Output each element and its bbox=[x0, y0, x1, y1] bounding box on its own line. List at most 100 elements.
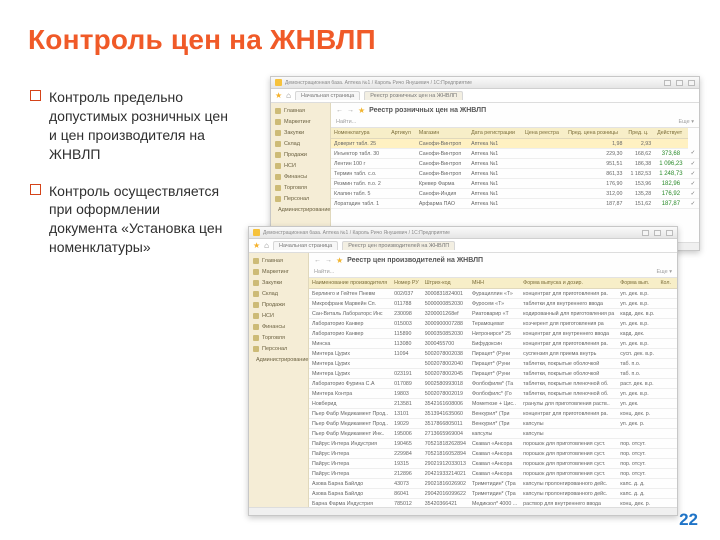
column-header[interactable]: Магазин bbox=[416, 128, 468, 139]
table-cell: Минтера Цурих bbox=[309, 359, 391, 369]
find-link[interactable]: Найти... bbox=[336, 119, 356, 125]
table-row[interactable]: Лоратадин табл. 1Арфарма ПАОАптека №1187… bbox=[331, 199, 699, 209]
forward-icon[interactable]: → bbox=[347, 107, 354, 114]
sidebar-item[interactable]: НСИ bbox=[274, 162, 327, 170]
home-icon[interactable]: ⌂ bbox=[264, 241, 269, 250]
column-header[interactable]: Кол. bbox=[657, 278, 673, 289]
more-menu[interactable]: Еще ▾ bbox=[679, 119, 694, 125]
table-cell: Пайрус Интера bbox=[309, 469, 391, 479]
column-header[interactable]: Пред. ц. bbox=[625, 128, 654, 139]
sidebar-item[interactable]: Склад bbox=[274, 140, 327, 148]
table-row[interactable]: Минтера Цурих0231915002078002045Пирацет*… bbox=[309, 369, 677, 379]
table-row[interactable]: Азова Барна Байлдо4307329021816026902Три… bbox=[309, 479, 677, 489]
table-cell: 2713665969004 bbox=[422, 429, 469, 439]
minimize-button[interactable] bbox=[642, 230, 649, 236]
tab-active[interactable]: Реестр розничных цен на ЖНВЛП bbox=[364, 91, 463, 100]
column-header[interactable]: Номенклатура bbox=[331, 128, 388, 139]
column-header[interactable]: Наименование производителя bbox=[309, 278, 391, 289]
column-header[interactable]: Пред. цена розницы bbox=[565, 128, 625, 139]
column-header[interactable]: Номер РУ bbox=[391, 278, 422, 289]
close-button[interactable] bbox=[666, 230, 673, 236]
forward-icon[interactable]: → bbox=[325, 257, 332, 264]
column-header[interactable]: Штрих-код bbox=[422, 278, 469, 289]
table-row[interactable]: Пайрус Интера21289620421933214021Скавал … bbox=[309, 469, 677, 479]
data-grid[interactable]: Наименование производителяНомер РУШтрих-… bbox=[309, 277, 677, 515]
sidebar-item[interactable]: Торговля bbox=[274, 184, 327, 192]
table-cell bbox=[657, 349, 673, 359]
column-header[interactable]: Цена bbox=[674, 278, 677, 289]
table-row[interactable]: Пьер Фабр Медикамент Прод..1310135139416… bbox=[309, 409, 677, 419]
table-row[interactable]: Лабораторио Фурина С.А017089900258099301… bbox=[309, 379, 677, 389]
table-row[interactable]: Лентин 100 гСанофи-ВинтропАптека №1951,5… bbox=[331, 159, 699, 169]
sidebar-item[interactable]: Персонал bbox=[274, 195, 327, 203]
table-cell: 204,18 bbox=[674, 459, 677, 469]
back-icon[interactable]: ← bbox=[314, 257, 321, 264]
table-row[interactable]: Доверит табл. 25Санофи-ВинтропАптека №11… bbox=[331, 139, 699, 149]
back-icon[interactable]: ← bbox=[336, 107, 343, 114]
home-icon[interactable]: ⌂ bbox=[286, 91, 291, 100]
table-row[interactable]: Берлинго и Гейтен Пневм002/0373000831824… bbox=[309, 289, 677, 299]
sidebar-item[interactable]: Администрирование bbox=[274, 206, 327, 214]
sidebar-item[interactable]: Торговля bbox=[252, 334, 305, 342]
sidebar-item[interactable]: Маркетинг bbox=[274, 118, 327, 126]
table-row[interactable]: Новберид2135813542161608006Мометюзе + Ци… bbox=[309, 399, 677, 409]
column-header[interactable]: Артикул bbox=[388, 128, 416, 139]
sidebar-item[interactable]: Главная bbox=[274, 107, 327, 115]
more-menu[interactable]: Еще ▾ bbox=[657, 269, 672, 275]
tab-active[interactable]: Реестр цен производителей на ЖНВЛП bbox=[342, 241, 455, 250]
table-row[interactable]: Инъектор табл. 30Санофи-ВинтропАптека №1… bbox=[331, 149, 699, 159]
close-button[interactable] bbox=[688, 80, 695, 86]
table-row[interactable]: Минтера Цурих5002078002040Пирацет* (Руни… bbox=[309, 359, 677, 369]
sidebar-item[interactable]: Продажи bbox=[274, 151, 327, 159]
titlebar[interactable]: Демонстрационная база. Аптека №1 / Карол… bbox=[271, 77, 699, 89]
sidebar-item[interactable]: Закупки bbox=[252, 279, 305, 287]
table-row[interactable]: Резмин табл. п.о. 2Кревер ФармаАптека №1… bbox=[331, 179, 699, 189]
sidebar-item[interactable]: Продажи bbox=[252, 301, 305, 309]
table-row[interactable]: Клапин табл. 5Санофи-ИндияАптека №1312,0… bbox=[331, 189, 699, 199]
find-link[interactable]: Найти... bbox=[314, 269, 334, 275]
sidebar-item[interactable]: Склад bbox=[252, 290, 305, 298]
table-row[interactable]: Лабораторио Канвер0150033000900007288Тер… bbox=[309, 319, 677, 329]
table-cell: 43073 bbox=[391, 479, 422, 489]
column-header[interactable]: Дата регистрации bbox=[468, 128, 522, 139]
column-header[interactable]: МНН bbox=[469, 278, 520, 289]
sidebar-item[interactable]: Финансы bbox=[252, 323, 305, 331]
sidebar-item[interactable]: Администрирование bbox=[252, 356, 305, 364]
column-header[interactable]: Действует bbox=[654, 128, 688, 139]
table-row[interactable]: Пьер Фабр Медикамент Инк..19500627136659… bbox=[309, 429, 677, 439]
table-row[interactable]: Минтера Контра198035002078002019Фолбофил… bbox=[309, 389, 677, 399]
star-icon[interactable]: ★ bbox=[253, 242, 260, 250]
column-header[interactable]: Форма выпуска и дозир. bbox=[520, 278, 617, 289]
table-row[interactable]: Сан-Виталь Лабораторс Инс230098320000126… bbox=[309, 309, 677, 319]
sidebar-item[interactable]: Закупки bbox=[274, 129, 327, 137]
table-cell bbox=[522, 159, 565, 169]
table-row[interactable]: Пайрус Интера22998470521816052894Скавал … bbox=[309, 449, 677, 459]
titlebar[interactable]: Демонстрационная база. Аптека №1 / Карол… bbox=[249, 227, 677, 239]
maximize-button[interactable] bbox=[654, 230, 661, 236]
table-row[interactable]: Минтера Цурих110945002078002038Пирацет* … bbox=[309, 349, 677, 359]
tab-start-page[interactable]: Начальная страница bbox=[273, 241, 338, 250]
minimize-button[interactable] bbox=[664, 80, 671, 86]
table-row[interactable]: Лабораторио Канвер1158909000350852030Нит… bbox=[309, 329, 677, 339]
table-row[interactable]: Микрофранк Марвейн Сп.011788500000085203… bbox=[309, 299, 677, 309]
app-icon bbox=[275, 79, 282, 86]
column-header[interactable]: Цена реестра bbox=[522, 128, 565, 139]
tab-start-page[interactable]: Начальная страница bbox=[295, 91, 360, 100]
column-header[interactable]: Форма вып. bbox=[617, 278, 657, 289]
sidebar-item-label: Главная bbox=[262, 258, 283, 264]
favorite-icon[interactable]: ★ bbox=[358, 106, 365, 115]
sidebar-item[interactable]: Финансы bbox=[274, 173, 327, 181]
table-row[interactable]: Пайрус Интера1931529021912033013Скавал «… bbox=[309, 459, 677, 469]
star-icon[interactable]: ★ bbox=[275, 92, 282, 100]
table-row[interactable]: Пьер Фабр Медикамент Прод..1902935178668… bbox=[309, 419, 677, 429]
sidebar-item[interactable]: Главная bbox=[252, 257, 305, 265]
favorite-icon[interactable]: ★ bbox=[336, 256, 343, 265]
table-row[interactable]: Минска1130803000455700Бифудоксинконцентр… bbox=[309, 339, 677, 349]
table-row[interactable]: Азова Барна Байлдо8604129042016099622Три… bbox=[309, 489, 677, 499]
table-row[interactable]: Пайрус Интера Индустрия19046570521818262… bbox=[309, 439, 677, 449]
sidebar-item[interactable]: НСИ bbox=[252, 312, 305, 320]
sidebar-item[interactable]: Персонал bbox=[252, 345, 305, 353]
sidebar-item[interactable]: Маркетинг bbox=[252, 268, 305, 276]
maximize-button[interactable] bbox=[676, 80, 683, 86]
table-row[interactable]: Термин табл. с.о.Санофи-ВинтропАптека №1… bbox=[331, 169, 699, 179]
